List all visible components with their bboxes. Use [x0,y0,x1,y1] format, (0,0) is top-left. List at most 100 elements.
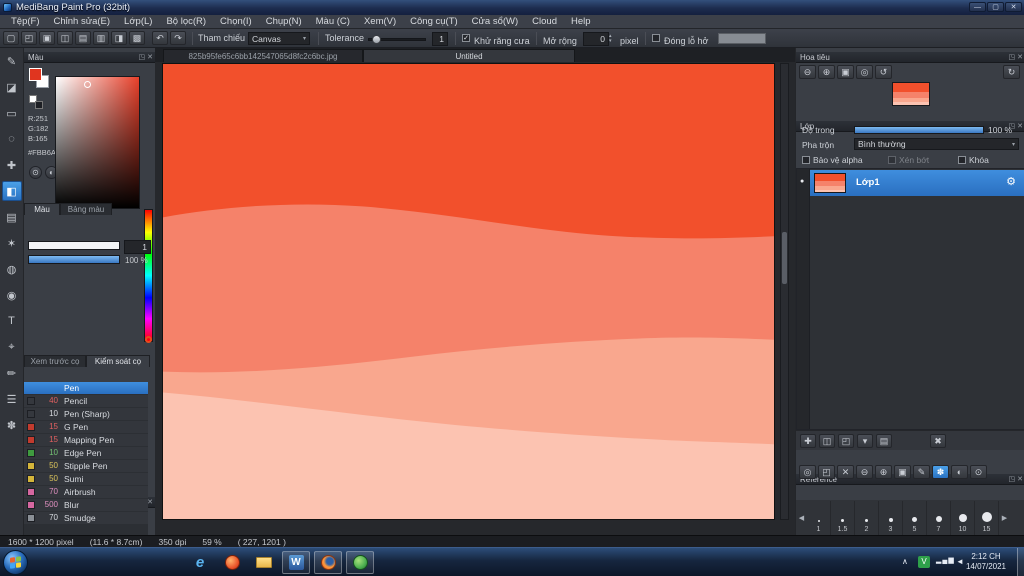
brush-list-item[interactable]: 500 Blur [24,499,148,512]
tray-show-hidden-icon[interactable]: ∧ [902,557,908,566]
new-file-button[interactable]: ▢ [3,31,19,45]
lock-checkbox[interactable] [958,156,966,164]
hue-slider[interactable] [144,209,153,343]
brush-size-option[interactable]: 7 [927,500,951,535]
spinner-buttons[interactable]: ▴ ▾ [609,34,612,44]
undo-button[interactable]: ↶ [152,31,168,45]
document-tab-active[interactable]: Untitled [363,49,575,62]
tool-pencil-button[interactable]: ✏ [2,363,22,383]
brush-opacity-slider[interactable] [28,255,120,264]
reference-target-button[interactable]: ◎ [799,465,816,479]
taskbar-ie-icon[interactable]: e [186,550,214,575]
brush-list-item[interactable]: 10 Pen (Sharp) [24,408,148,421]
brush-size-option[interactable]: 5 [903,500,927,535]
brush-list-item[interactable]: 70 Airbrush [24,486,148,499]
tool-magic-wand-button[interactable]: ✶ [2,233,22,253]
brush-size-option[interactable]: 15 [975,500,999,535]
start-button[interactable] [3,550,28,575]
menu-item[interactable]: Help [564,15,598,29]
settings-button[interactable]: ▩ [129,31,145,45]
tolerance-value[interactable]: 1 [432,32,448,46]
merge-down-button[interactable]: ▾ [857,434,873,448]
taskbar-media-player-icon[interactable] [218,550,246,575]
scroll-left-icon[interactable]: ◀ [796,501,807,535]
brush-size-option[interactable]: 1 [807,500,831,535]
color-cursor-icon[interactable] [84,80,92,88]
taskbar-clock[interactable]: 2:12 CH 14/07/2021 [958,552,1014,572]
rotate-left-button[interactable]: ↺ [875,65,892,79]
tab-brush-control[interactable]: Kiểm soát cọ [86,355,150,367]
taskbar-firefox-button[interactable] [314,551,342,574]
export-button[interactable]: ◫ [57,31,73,45]
rotate-right-button[interactable]: ↻ [1003,65,1020,79]
brush-list-item[interactable]: 70 Smudge [24,512,148,525]
zoom-in-button[interactable]: ⊕ [818,65,835,79]
tool-move-button[interactable]: ✚ [2,155,22,175]
brush-size-option[interactable]: 1.5 [831,500,855,535]
delete-layer-button[interactable]: ✖ [930,434,946,448]
gap-close-checkbox[interactable] [652,34,660,42]
material-button[interactable]: ◨ [111,31,127,45]
reference-clear-button[interactable]: ✕ [837,465,854,479]
color-panel-header[interactable]: Màu ◳ ✕ [24,52,155,63]
menu-item[interactable]: Lớp(L) [117,15,159,29]
float-panel-icon[interactable]: ◳ [139,54,146,61]
close-panel-icon[interactable]: ✕ [147,54,153,61]
tolerance-slider[interactable] [368,35,426,44]
zoom-out-button[interactable]: ⊖ [799,65,816,79]
open-file-button[interactable]: ◰ [21,31,37,45]
taskbar-word-button[interactable]: W [282,551,310,574]
close-panel-icon[interactable]: ✕ [1017,54,1023,61]
reference-hand-button[interactable]: ✽ [932,465,949,479]
menu-item[interactable]: Cloud [525,15,564,29]
tool-text-button[interactable]: T [2,311,22,331]
brush-list-item[interactable]: 50 Sumi [24,473,148,486]
document-tab[interactable]: 825b95fe65c6bb142547065d8fc2c6bc.jpg [163,49,363,62]
reference-tone-button[interactable]: ◐ [951,465,968,479]
expand-value-input[interactable]: 0 [583,32,609,46]
maximize-button[interactable]: ▢ [987,2,1004,12]
taskbar-green-app-button[interactable] [346,551,374,574]
blend-mode-dropdown[interactable]: Bình thường ▾ [854,138,1019,150]
menu-item[interactable]: Chụp(N) [259,15,309,29]
brush-list-item[interactable]: 50 Stipple Pen [24,460,148,473]
menu-item[interactable]: Bộ lọc(R) [159,15,213,29]
hue-cursor-icon[interactable] [145,335,152,343]
layer-settings-gear-icon[interactable]: ⚙ [1006,175,1016,188]
navigator-thumbnail[interactable] [892,82,930,106]
reference-pick-button[interactable]: ⊙ [970,465,987,479]
menu-item[interactable]: Màu (C) [309,15,357,29]
foreground-color-swatch[interactable] [29,68,42,81]
reference-zoom-in-button[interactable]: ⊕ [875,465,892,479]
duplicate-layer-button[interactable]: ◫ [819,434,835,448]
saturation-value-picker[interactable] [55,76,140,209]
layer-row-selected[interactable]: Lớp1 ⚙ [810,170,1024,196]
close-panel-icon[interactable]: ✕ [147,499,153,506]
redo-button[interactable]: ↷ [170,31,186,45]
tool-panel-button[interactable]: ☰ [2,389,22,409]
reference-fit-button[interactable]: ▣ [894,465,911,479]
tool-gradient-button[interactable]: ▤ [2,207,22,227]
tool-select-button[interactable]: ▭ [2,103,22,123]
spin-down-icon[interactable]: ▾ [609,39,612,44]
close-button[interactable]: ✕ [1005,2,1022,12]
menu-item[interactable]: Xem(V) [357,15,403,29]
reference-dropdown[interactable]: Canvas ▾ [248,32,310,45]
eyedropper-button[interactable]: ⊙ [29,166,42,179]
float-panel-icon[interactable]: ◳ [1009,476,1016,483]
float-panel-icon[interactable]: ◳ [1009,54,1016,61]
minimize-button[interactable]: — [969,2,986,12]
tab-color[interactable]: Màu [24,203,60,215]
layer-visible-icon[interactable]: ● [800,178,804,185]
reference-zoom-out-button[interactable]: ⊖ [856,465,873,479]
tool-bucket-button[interactable]: ◧ [1,181,22,201]
menu-item[interactable]: Chỉnh sửa(E) [47,15,118,29]
fit-window-button[interactable]: ▣ [837,65,854,79]
protect-alpha-checkbox[interactable] [802,156,810,164]
navigator-header[interactable]: Hoa tiêu ◳ ✕ [796,52,1024,63]
combine-layers-button[interactable]: ▤ [876,434,892,448]
show-desktop-button[interactable] [1017,548,1024,576]
tool-lasso-button[interactable]: ◌ [2,129,22,149]
layer-opacity-slider[interactable] [854,126,984,134]
tool-pen-button[interactable]: ✎ [2,51,22,71]
